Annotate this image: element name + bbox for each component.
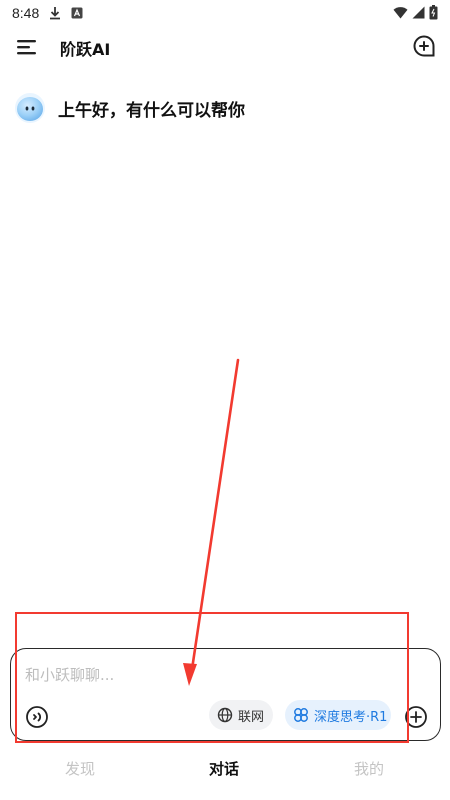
assistant-avatar	[14, 92, 46, 124]
add-icon[interactable]	[404, 705, 428, 729]
chat-input-card: 联网 深度思考·R1	[10, 648, 441, 741]
greeting: 上午好，有什么可以帮你	[14, 92, 245, 124]
deep-think-chip[interactable]: 深度思考·R1	[285, 700, 391, 730]
chat-input[interactable]	[25, 663, 405, 687]
deep-think-label: 深度思考·R1	[314, 709, 388, 725]
battery-icon	[429, 5, 438, 24]
tab-me[interactable]: 我的	[354, 758, 384, 779]
app-header: 阶跃AI	[0, 28, 450, 68]
status-time: 8:48	[12, 5, 40, 21]
deep-think-icon	[294, 708, 308, 722]
globe-icon	[217, 707, 233, 723]
cellular-icon	[412, 6, 425, 23]
a-icon	[71, 7, 83, 19]
tab-chat[interactable]: 对话	[209, 758, 239, 779]
web-search-chip[interactable]: 联网	[209, 700, 273, 730]
menu-icon[interactable]	[16, 38, 38, 56]
greeting-text: 上午好，有什么可以帮你	[58, 100, 245, 121]
voice-icon[interactable]	[25, 705, 49, 729]
tab-discover[interactable]: 发现	[65, 758, 95, 779]
web-search-label: 联网	[238, 709, 265, 725]
download-icon	[49, 6, 61, 20]
wifi-icon	[393, 6, 408, 23]
new-chat-icon[interactable]	[412, 34, 436, 58]
status-bar: 8:48	[0, 0, 450, 26]
app-title: 阶跃AI	[60, 40, 111, 59]
bottom-nav: 发现 对话 我的	[0, 752, 450, 786]
